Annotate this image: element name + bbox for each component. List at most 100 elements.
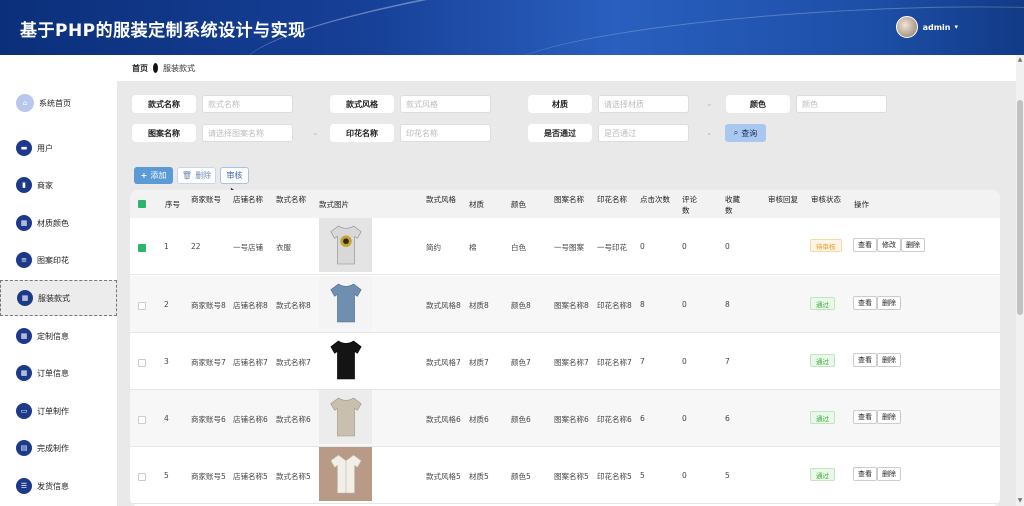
scroll-down-icon[interactable]: ▼ — [1016, 497, 1024, 504]
row-delete-button[interactable]: 删除 — [877, 296, 901, 310]
row-checkbox[interactable] — [138, 302, 146, 310]
style-name-input[interactable]: 款式名称 — [202, 95, 293, 113]
sidebar: ⌂ 系统首页 ▬ 用户 ▮ 商家 ▦ 材质颜色 ≡ 图案印花 ▦ 服装款式 ▦ … — [0, 55, 117, 506]
header-material: 材质 — [469, 200, 484, 209]
row-delete-button[interactable]: 删除 — [877, 410, 901, 424]
sidebar-item-completed[interactable]: ▤ 完成制作 — [0, 430, 117, 466]
sidebar-item-shipping[interactable]: ☰ 发货信息 — [0, 468, 117, 504]
grid-icon: ▦ — [16, 328, 32, 344]
chevron-down-icon[interactable]: ⌄ — [706, 128, 713, 137]
color-input[interactable]: 颜色 — [796, 95, 887, 113]
chevron-down-icon[interactable]: ▾ — [954, 23, 958, 31]
tshirt-icon — [329, 225, 362, 265]
approved-select[interactable]: 是否通过 — [598, 124, 689, 142]
scroll-up-icon[interactable]: ▲ — [1016, 56, 1024, 63]
view-button[interactable]: 查看 — [853, 238, 877, 252]
sidebar-item-home[interactable]: ⌂ 系统首页 — [0, 85, 117, 121]
header-color: 颜色 — [511, 200, 526, 209]
clipboard-icon: ▤ — [16, 440, 32, 456]
sidebar-item-patterns[interactable]: ≡ 图案印花 — [0, 242, 117, 278]
sidebar-item-merchants[interactable]: ▮ 商家 — [0, 167, 117, 203]
cell-color: 颜色5 — [511, 472, 531, 481]
sidebar-item-order-production[interactable]: ▭ 订单制作 — [0, 393, 117, 429]
edit-button[interactable]: 修改 — [877, 238, 901, 252]
row-checkbox[interactable] — [138, 473, 146, 481]
cell-pattern: 一号图案 — [554, 243, 584, 252]
row-delete-button[interactable]: 删除 — [877, 353, 901, 367]
row-delete-button[interactable]: 删除 — [901, 238, 925, 252]
cell-color: 颜色7 — [511, 358, 531, 367]
add-button[interactable]: + 添加 — [134, 167, 173, 184]
sidebar-item-users[interactable]: ▬ 用户 — [0, 130, 117, 166]
delete-button[interactable]: 🗑 删除 — [177, 167, 216, 184]
style-image[interactable] — [319, 447, 372, 501]
cell-store: 一号店铺 — [233, 243, 263, 252]
style-image[interactable] — [319, 218, 372, 272]
row-checkbox[interactable] — [138, 244, 146, 252]
cell-merchant: 商家账号7 — [191, 358, 226, 367]
avatar[interactable] — [895, 16, 918, 38]
breadcrumb-home[interactable]: 首页 — [132, 63, 148, 74]
status-badge: 通过 — [810, 411, 835, 424]
table-row: 1 22 一号店铺 衣服 简约 棉 白色 一号图案 一号印花 0 0 0 待审核… — [130, 218, 1000, 275]
view-button[interactable]: 查看 — [853, 410, 877, 424]
material-select[interactable]: 请选择材质 — [598, 95, 689, 113]
cell-comments: 0 — [682, 357, 687, 366]
grid-icon: ▦ — [16, 365, 32, 381]
cell-favorites: 0 — [725, 242, 730, 251]
select-all-checkbox[interactable] — [138, 200, 146, 208]
cell-comments: 0 — [682, 414, 687, 423]
sidebar-item-label: 系统首页 — [39, 98, 71, 108]
user-name[interactable]: admin — [923, 23, 951, 32]
row-delete-button[interactable]: 删除 — [877, 467, 901, 481]
breadcrumb-current: 服装款式 — [163, 63, 195, 73]
cell-style: 款式风格7 — [426, 358, 461, 367]
print-name-label: 印花名称 — [330, 124, 394, 142]
sidebar-item-material-color[interactable]: ▦ 材质颜色 — [0, 205, 117, 241]
app-title: 基于PHP的服装定制系统设计与实现 — [20, 21, 306, 41]
cell-pattern: 图案名称6 — [554, 415, 589, 424]
cell-index: 4 — [164, 414, 169, 423]
row-checkbox[interactable] — [138, 359, 146, 367]
sidebar-item-styles[interactable]: ▦ 服装款式 — [0, 280, 117, 316]
cell-favorites: 5 — [725, 471, 730, 480]
sidebar-item-orders[interactable]: ▦ 订单信息 — [0, 355, 117, 391]
print-name-input[interactable]: 印花名称 — [400, 124, 491, 142]
view-button[interactable]: 查看 — [853, 296, 877, 310]
cell-material: 棉 — [469, 243, 477, 252]
pattern-name-select[interactable]: 请选择图案名称 — [202, 124, 293, 142]
style-image[interactable] — [319, 333, 372, 387]
delete-button-label: 删除 — [195, 171, 212, 180]
chevron-down-icon[interactable]: ⌄ — [312, 128, 319, 137]
cell-comments: 0 — [682, 471, 687, 480]
style-image[interactable] — [319, 276, 372, 330]
top-header: 基于PHP的服装定制系统设计与实现 admin ▾ — [0, 0, 1024, 55]
sidebar-item-label: 服装款式 — [38, 293, 70, 303]
view-button[interactable]: 查看 — [853, 467, 877, 481]
scrollbar-thumb[interactable] — [1017, 100, 1023, 315]
search-button[interactable]: ⌕ 查询 — [725, 124, 766, 142]
sidebar-item-customization[interactable]: ▦ 定制信息 — [0, 318, 117, 354]
cell-style: 款式风格8 — [426, 301, 461, 310]
search-button-label: 查询 — [741, 128, 758, 138]
row-checkbox[interactable] — [138, 416, 146, 424]
header-store: 店铺名称 — [233, 195, 263, 204]
style-image[interactable] — [319, 390, 372, 444]
cell-material: 材质5 — [469, 472, 489, 481]
user-menu[interactable]: admin ▾ — [895, 16, 958, 38]
cell-store: 店铺名称5 — [233, 472, 268, 481]
view-button[interactable]: 查看 — [853, 353, 877, 367]
sliders-icon: ☰ — [16, 478, 32, 494]
cell-color: 白色 — [511, 243, 526, 252]
cell-style: 款式风格5 — [426, 472, 461, 481]
chevron-down-icon[interactable]: ⌄ — [706, 99, 713, 108]
style-name-label: 款式名称 — [132, 95, 196, 113]
header-print: 印花名称 — [597, 195, 627, 204]
audit-button[interactable]: 审核 — [220, 167, 249, 184]
style-input[interactable]: 款式风格 — [400, 95, 491, 113]
header-status: 审核状态 — [811, 195, 841, 204]
header-merchant: 商家账号 — [191, 195, 221, 204]
status-badge: 待审核 — [810, 239, 842, 252]
cell-style-name: 款式名称8 — [276, 301, 311, 310]
sidebar-item-label: 用户 — [37, 143, 53, 153]
